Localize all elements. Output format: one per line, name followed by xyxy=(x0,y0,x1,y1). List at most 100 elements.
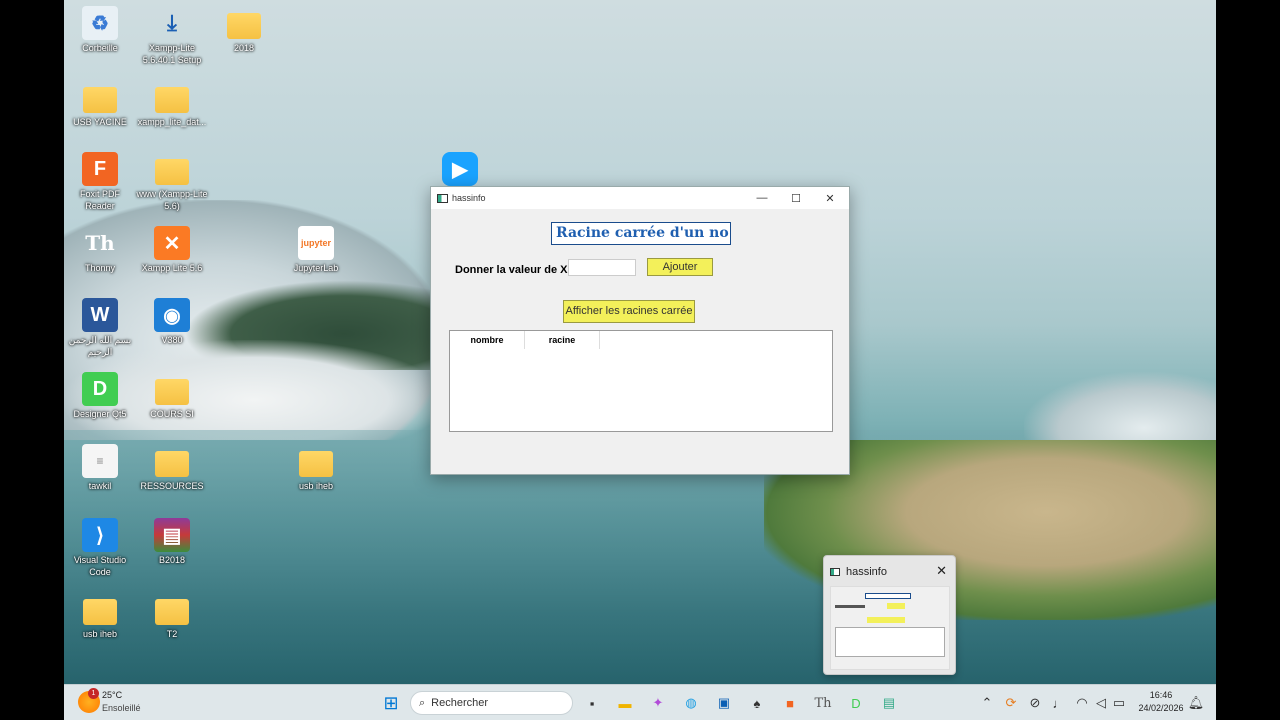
desktop-icon-foxit[interactable]: F Foxit PDF Reader xyxy=(64,152,136,212)
winrar-icon: ▤ xyxy=(154,518,190,552)
minimize-icon[interactable]: — xyxy=(745,189,779,207)
mini-heading xyxy=(865,593,911,599)
desktop-icon-label: Thonny xyxy=(84,263,116,273)
close-icon[interactable]: ✕ xyxy=(936,563,947,579)
desktop-icon-label: Designer Qt5 xyxy=(73,409,127,419)
copilot-icon[interactable]: ✦ xyxy=(648,693,668,713)
desktop-icon-www[interactable]: www (Xampp-Lite 5.6) xyxy=(136,152,208,212)
battery-icon[interactable]: ▭ xyxy=(1109,693,1129,713)
desktop-icon-word-doc[interactable]: W بسم الله الرحمن الرحيم xyxy=(64,298,136,358)
vscode-icon: ⟩ xyxy=(82,518,118,552)
window-title: hassinfo xyxy=(452,193,486,203)
folder-icon xyxy=(155,87,189,113)
desktop-icon-video-shortcut[interactable]: ▶ xyxy=(424,152,496,188)
desktop-icon-jupyterlab[interactable]: jupyter JupyterLab xyxy=(280,226,352,274)
solitaire-icon[interactable]: ♠ xyxy=(747,693,767,713)
desktop-icon-t2[interactable]: T2 xyxy=(136,592,208,640)
foxit-icon: F xyxy=(82,152,118,186)
folder-icon xyxy=(155,379,189,405)
desktop-icon-v380[interactable]: ◉ V380 xyxy=(136,298,208,346)
thumbnail-preview xyxy=(830,586,950,670)
network-off-icon[interactable]: ⊘ xyxy=(1025,693,1045,713)
edge-icon[interactable]: ◍ xyxy=(681,693,701,713)
notification-bell-icon[interactable]: 🔔︎ xyxy=(1186,693,1206,713)
desktop-icon-vscode[interactable]: ⟩ Visual Studio Code xyxy=(64,518,136,578)
hassinfo-taskbar-icon[interactable]: ▤ xyxy=(879,693,899,713)
desktop-icon-xampp-lite[interactable]: ✕ Xampp Lite 5.6 xyxy=(136,226,208,274)
jupyter-icon: jupyter xyxy=(298,226,334,260)
desktop-icon-xampp-setup[interactable]: ⤓ Xampp-Lite 5.6.40.1 Setup xyxy=(136,6,208,66)
heading-label: Racine carrée d'un no xyxy=(551,222,731,245)
camera-icon: ▶ xyxy=(442,152,478,186)
value-input[interactable] xyxy=(568,259,636,276)
designer-taskbar-icon[interactable]: D xyxy=(846,693,866,713)
desktop-icon-tawkil[interactable]: ≡ tawkil xyxy=(64,444,136,492)
thonny-icon: Th xyxy=(85,231,115,255)
desktop-icon-designer[interactable]: D Designer Qt5 xyxy=(64,372,136,420)
start-icon[interactable]: ⊞ xyxy=(381,693,401,713)
mini-table xyxy=(835,627,945,657)
desktop-icon-label: بسم الله الرحمن الرحيم xyxy=(68,335,132,357)
desktop-icon-usb-iheb[interactable]: usb iheb xyxy=(280,444,352,492)
xampp-icon: ✕ xyxy=(154,226,190,260)
desktop-icon-usb-yacine[interactable]: USB YACINE xyxy=(64,80,136,128)
maximize-icon[interactable]: ☐ xyxy=(779,189,813,207)
desktop-icon-thonny[interactable]: Th Thonny xyxy=(64,226,136,274)
sync-icon[interactable]: ⟳ xyxy=(1001,693,1021,713)
desktop-icon-label: 2018 xyxy=(233,43,255,53)
weather-desc[interactable]: Ensoleillé xyxy=(102,703,141,713)
thumbnail-title: hassinfo xyxy=(830,566,887,578)
close-icon[interactable]: ✕ xyxy=(813,189,847,207)
desktop-icon-label: JupyterLab xyxy=(293,263,339,273)
mini-show-button xyxy=(867,617,905,623)
desktop-icon-label: Foxit PDF Reader xyxy=(79,189,120,211)
mini-add-button xyxy=(887,603,905,609)
desktop-icon-xampp-data[interactable]: xampp_lite_dat... xyxy=(136,80,208,128)
store-icon[interactable]: ▣ xyxy=(714,693,734,713)
results-table[interactable]: nombre racine xyxy=(449,330,833,432)
folder-shortcut-icon xyxy=(155,159,189,185)
volume-muted-icon[interactable]: ◁ xyxy=(1091,693,1111,713)
clock-time[interactable]: 16:46 xyxy=(1136,690,1186,700)
desktop-icon-usb-iheb-2[interactable]: usb iheb xyxy=(64,592,136,640)
weather-temp[interactable]: 25°C xyxy=(102,690,122,700)
desktop-icon-ressources[interactable]: RESSOURCES xyxy=(136,444,208,492)
folder-icon xyxy=(155,451,189,477)
desktop-icon-label: xampp_lite_dat... xyxy=(137,117,207,127)
desktop-icon-label: tawkil xyxy=(88,481,112,491)
desktop-icon-label: Xampp-Lite 5.6.40.1 Setup xyxy=(142,43,202,65)
desktop: ♻ Corbeille USB YACINE F Foxit PDF Reade… xyxy=(64,0,1216,720)
folder-icon xyxy=(83,87,117,113)
chevron-up-icon[interactable]: ⌃ xyxy=(977,693,997,713)
search-placeholder: Rechercher xyxy=(431,697,489,709)
task-view-icon[interactable]: ▪ xyxy=(582,693,602,713)
clock-date[interactable]: 24/02/2026 xyxy=(1134,703,1188,713)
wifi-icon[interactable]: ◠ xyxy=(1072,693,1092,713)
table-header: nombre racine xyxy=(450,331,832,349)
foxit-taskbar-icon[interactable]: ■ xyxy=(780,693,800,713)
folder-icon xyxy=(83,599,117,625)
desktop-icon-cours-si[interactable]: COURS SI xyxy=(136,372,208,420)
folder-icon xyxy=(155,599,189,625)
recycle-bin-icon: ♻ xyxy=(82,6,118,40)
add-button[interactable]: Ajouter xyxy=(647,258,713,276)
column-header-nombre[interactable]: nombre xyxy=(450,331,525,349)
desktop-icon-label: V380 xyxy=(161,335,183,345)
show-roots-button[interactable]: Afficher les racines carrée xyxy=(563,300,695,323)
desktop-icon-b2018[interactable]: ▤ B2018 xyxy=(136,518,208,566)
column-header-racine[interactable]: racine xyxy=(525,331,600,349)
desktop-icon-label: Visual Studio Code xyxy=(73,555,127,577)
search-box[interactable]: ⌕ Rechercher xyxy=(410,691,573,715)
thonny-taskbar-icon[interactable]: Th xyxy=(813,693,833,713)
folder-icon xyxy=(299,451,333,477)
weather-badge: 1 xyxy=(88,688,99,699)
file-explorer-icon[interactable]: ▬ xyxy=(615,693,635,713)
desktop-icon-corbeille[interactable]: ♻ Corbeille xyxy=(64,6,136,54)
desktop-icon-label: B2018 xyxy=(158,555,186,565)
microphone-icon[interactable]: ♩ xyxy=(1049,693,1069,713)
window-titlebar[interactable]: hassinfo — ☐ ✕ xyxy=(431,187,849,209)
app-icon xyxy=(437,193,448,203)
desktop-icon-label: Corbeille xyxy=(82,43,118,53)
taskbar-thumbnail[interactable]: hassinfo ✕ xyxy=(823,555,956,675)
desktop-icon-2018[interactable]: 2018 xyxy=(208,6,280,54)
